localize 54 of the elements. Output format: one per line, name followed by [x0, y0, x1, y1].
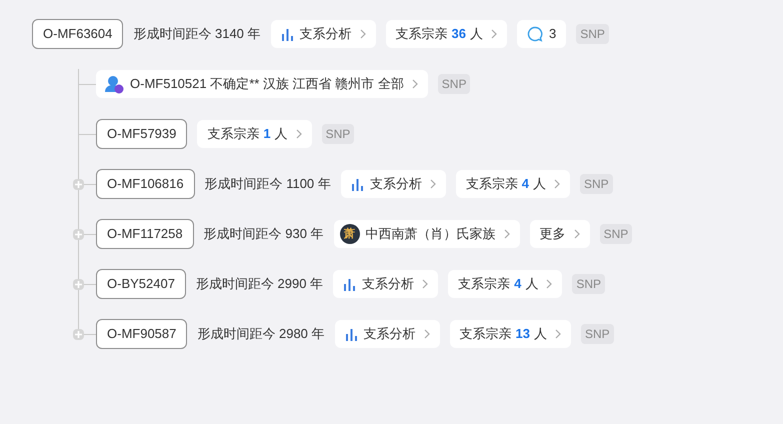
- family-button[interactable]: 萧 中西南萧（肖）氏家族: [334, 220, 520, 248]
- chevron-right-icon: [360, 29, 366, 39]
- chevron-right-icon: [422, 279, 428, 289]
- snp-tag: SNP: [322, 124, 354, 144]
- haplogroup-node[interactable]: O-MF63604: [32, 19, 124, 49]
- expand-button[interactable]: [73, 328, 84, 340]
- formation-time: 形成时间距今 3140 年: [133, 25, 261, 44]
- haplogroup-node[interactable]: O-MF117258: [96, 219, 194, 249]
- snp-tag: SNP: [438, 74, 470, 94]
- branch-analysis-button[interactable]: 支系分析: [334, 320, 440, 348]
- branch-kin-button[interactable]: 支系宗亲 36 人: [386, 20, 507, 48]
- user-button[interactable]: O-MF510521 不确定** 汉族 江西省 赣州市 全部: [96, 70, 428, 98]
- family-avatar: 萧: [340, 224, 360, 244]
- formation-time: 形成时间距今 930 年: [204, 225, 324, 244]
- expand-button[interactable]: [73, 228, 84, 240]
- formation-time: 形成时间距今 2990 年: [196, 275, 324, 294]
- haplogroup-node[interactable]: O-BY52407: [96, 269, 186, 299]
- branch-analysis-button[interactable]: 支系分析: [333, 270, 438, 298]
- branch-analysis-button[interactable]: 支系分析: [270, 20, 376, 48]
- chevron-right-icon: [430, 179, 436, 189]
- snp-tag: SNP: [580, 174, 613, 194]
- snp-tag: SNP: [572, 274, 606, 294]
- chat-bubble-icon: [527, 26, 543, 42]
- more-button[interactable]: 更多: [530, 220, 590, 248]
- chevron-right-icon: [424, 329, 430, 339]
- chevron-right-icon: [296, 129, 302, 139]
- bar-chart-icon: [350, 178, 364, 190]
- expand-button[interactable]: [73, 178, 84, 190]
- chevron-right-icon: [554, 179, 560, 189]
- bar-chart-icon: [280, 28, 294, 40]
- haplogroup-node[interactable]: O-MF106816: [96, 169, 195, 199]
- chevron-right-icon: [491, 29, 497, 39]
- branch-kin-button[interactable]: 支系宗亲 4 人: [448, 270, 562, 298]
- haplogroup-node[interactable]: O-MF57939: [96, 119, 188, 149]
- chevron-right-icon: [574, 229, 580, 239]
- bar-chart-icon: [344, 328, 358, 340]
- branch-kin-button[interactable]: 支系宗亲 1 人: [197, 120, 312, 148]
- haplogroup-node[interactable]: O-MF90587: [96, 319, 188, 349]
- branch-analysis-button[interactable]: 支系分析: [340, 170, 446, 198]
- formation-time: 形成时间距今 2980 年: [197, 325, 325, 344]
- user-avatar-icon: [104, 74, 124, 94]
- chevron-right-icon: [546, 279, 552, 289]
- expand-button[interactable]: [73, 278, 84, 290]
- snp-tag: SNP: [600, 224, 632, 244]
- snp-tag: SNP: [576, 24, 609, 44]
- chevron-right-icon: [412, 79, 418, 89]
- branch-kin-button[interactable]: 支系宗亲 13 人: [450, 320, 571, 348]
- comments-button[interactable]: 3: [517, 20, 566, 48]
- snp-tag: SNP: [581, 324, 614, 344]
- branch-kin-button[interactable]: 支系宗亲 4 人: [456, 170, 570, 198]
- formation-time: 形成时间距今 1100 年: [204, 175, 331, 194]
- chevron-right-icon: [504, 229, 510, 239]
- bar-chart-icon: [343, 278, 356, 290]
- chevron-right-icon: [555, 329, 561, 339]
